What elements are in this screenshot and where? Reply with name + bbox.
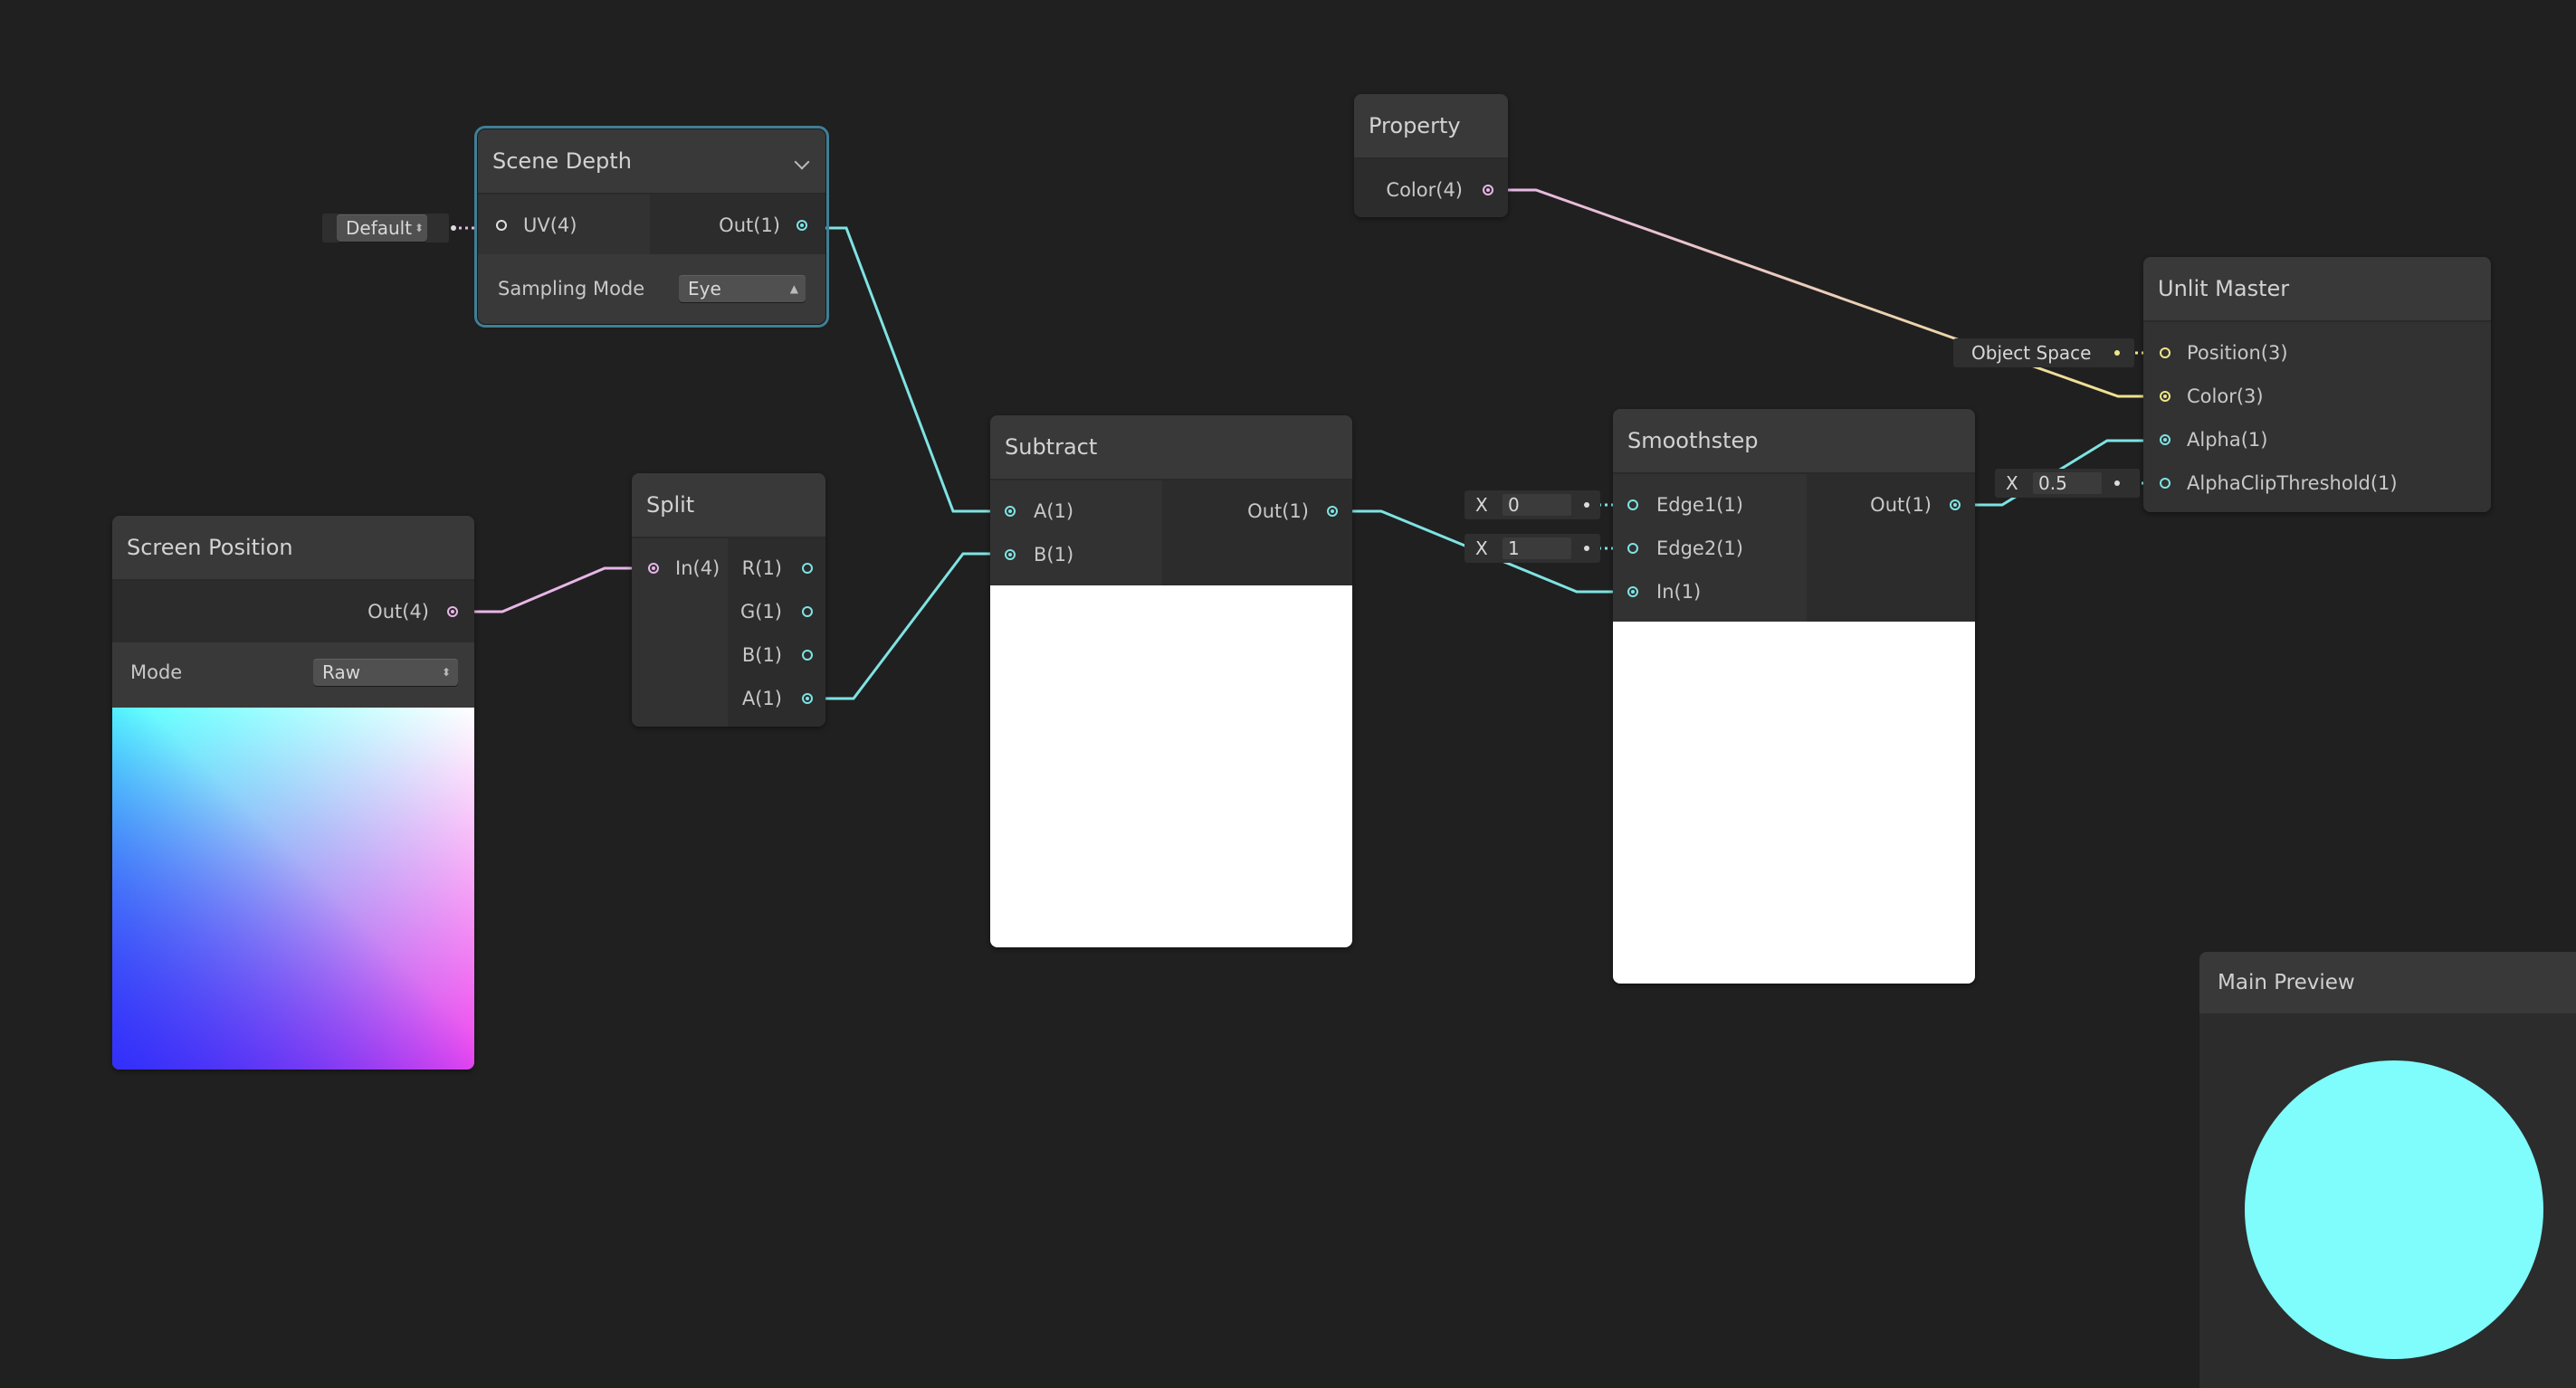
port-icon	[1005, 549, 1016, 560]
port-icon	[797, 220, 807, 231]
position-space-chip[interactable]: Object Space	[1953, 338, 2134, 367]
output-port-out[interactable]: Out(1)	[1162, 495, 1352, 528]
port-icon	[1627, 586, 1638, 597]
node-title: Smoothstep	[1613, 409, 1975, 474]
input-port-edge1[interactable]: Edge1(1)	[1613, 489, 1807, 521]
split-node[interactable]: Split In(4) R(1) G(1) B(1) A(1)	[632, 473, 825, 727]
mode-label: Mode	[130, 661, 183, 683]
mode-dropdown[interactable]: Raw ⬍	[313, 659, 458, 686]
property-node[interactable]: Property Color(4)	[1354, 94, 1508, 217]
input-port-in[interactable]: In(1)	[1613, 575, 1807, 608]
port-icon	[648, 563, 659, 574]
scene-depth-node[interactable]: Scene Depth UV(4) Out(1) Sampling Mode E…	[474, 126, 829, 328]
port-icon	[1627, 543, 1638, 554]
node-title: Subtract	[990, 415, 1352, 480]
node-title: Split	[632, 473, 825, 538]
port-icon	[496, 220, 507, 231]
input-port-position[interactable]: Position(3)	[2143, 337, 2491, 369]
subtract-node[interactable]: Subtract A(1) B(1) Out(1)	[990, 415, 1352, 947]
node-title: Screen Position	[112, 516, 474, 581]
input-port-color[interactable]: Color(3)	[2143, 380, 2491, 413]
clip-threshold-field[interactable]: 0.5	[2033, 472, 2102, 494]
main-preview-title: Main Preview	[2199, 952, 2576, 1013]
subtract-preview	[990, 585, 1352, 947]
main-preview-panel[interactable]: Main Preview	[2199, 952, 2576, 1388]
chevron-down-icon[interactable]	[794, 154, 810, 170]
output-port-b[interactable]: B(1)	[728, 639, 825, 671]
input-port-b[interactable]: B(1)	[990, 538, 1162, 571]
input-port-edge2[interactable]: Edge2(1)	[1613, 532, 1807, 565]
screen-position-node[interactable]: Screen Position Out(4) Mode Raw ⬍	[112, 516, 474, 1070]
output-port-out[interactable]: Out(1)	[650, 209, 825, 242]
wire-split-a-to-subtract-b	[803, 552, 1011, 700]
output-port-out[interactable]: Out(4)	[112, 595, 474, 628]
input-port-in[interactable]: In(4)	[632, 552, 728, 585]
smoothstep-preview	[1613, 622, 1975, 984]
port-icon	[1327, 506, 1338, 517]
port-icon	[1005, 506, 1016, 517]
clip-threshold-chip[interactable]: X 0.5	[1995, 469, 2140, 498]
sampling-mode-dropdown[interactable]: Eye ▲	[679, 275, 806, 302]
edge1-value-chip[interactable]: X 0	[1465, 490, 1600, 519]
sampling-mode-label: Sampling Mode	[498, 278, 645, 299]
port-icon	[802, 693, 813, 704]
input-port-uv[interactable]: UV(4)	[478, 209, 650, 242]
output-port-color[interactable]: Color(4)	[1354, 174, 1508, 206]
uv-default-chip[interactable]: Default ⬍	[322, 214, 456, 242]
port-icon	[802, 563, 813, 574]
dropdown-arrows-icon: ▲	[789, 282, 798, 295]
node-title: Unlit Master	[2143, 257, 2491, 322]
uv-default-dropdown[interactable]: Default ⬍	[337, 214, 427, 242]
preview-sphere	[2245, 1060, 2543, 1359]
output-port-r[interactable]: R(1)	[728, 552, 825, 585]
output-port-out[interactable]: Out(1)	[1807, 489, 1975, 521]
node-title: Property	[1354, 94, 1508, 159]
edge2-value-field[interactable]: 1	[1503, 537, 1571, 559]
port-icon	[802, 650, 813, 661]
wire-scene-depth-to-subtract-a	[801, 226, 996, 513]
smoothstep-node[interactable]: Smoothstep Edge1(1) Edge2(1) In(1) Out(1…	[1613, 409, 1975, 984]
output-port-a[interactable]: A(1)	[728, 682, 825, 715]
port-icon	[802, 606, 813, 617]
port-icon	[447, 606, 458, 617]
port-icon	[1950, 499, 1961, 510]
output-port-g[interactable]: G(1)	[728, 595, 825, 628]
wire-screen-position-to-split	[453, 566, 654, 613]
screen-position-preview	[112, 708, 474, 1070]
port-icon	[1483, 185, 1493, 195]
port-icon	[2160, 434, 2171, 445]
port-icon	[2160, 391, 2171, 402]
edge2-value-chip[interactable]: X 1	[1465, 534, 1600, 563]
input-port-alpha-clip-threshold[interactable]: AlphaClipThreshold(1)	[2143, 467, 2491, 499]
port-icon	[1627, 499, 1638, 510]
input-port-a[interactable]: A(1)	[990, 495, 1162, 528]
edge1-value-field[interactable]: 0	[1503, 494, 1571, 516]
unlit-master-node[interactable]: Unlit Master Position(3) Color(3) Alpha(…	[2143, 257, 2491, 512]
port-icon	[2160, 347, 2171, 358]
node-title: Scene Depth	[478, 129, 825, 195]
port-icon	[2160, 478, 2171, 489]
input-port-alpha[interactable]: Alpha(1)	[2143, 423, 2491, 456]
